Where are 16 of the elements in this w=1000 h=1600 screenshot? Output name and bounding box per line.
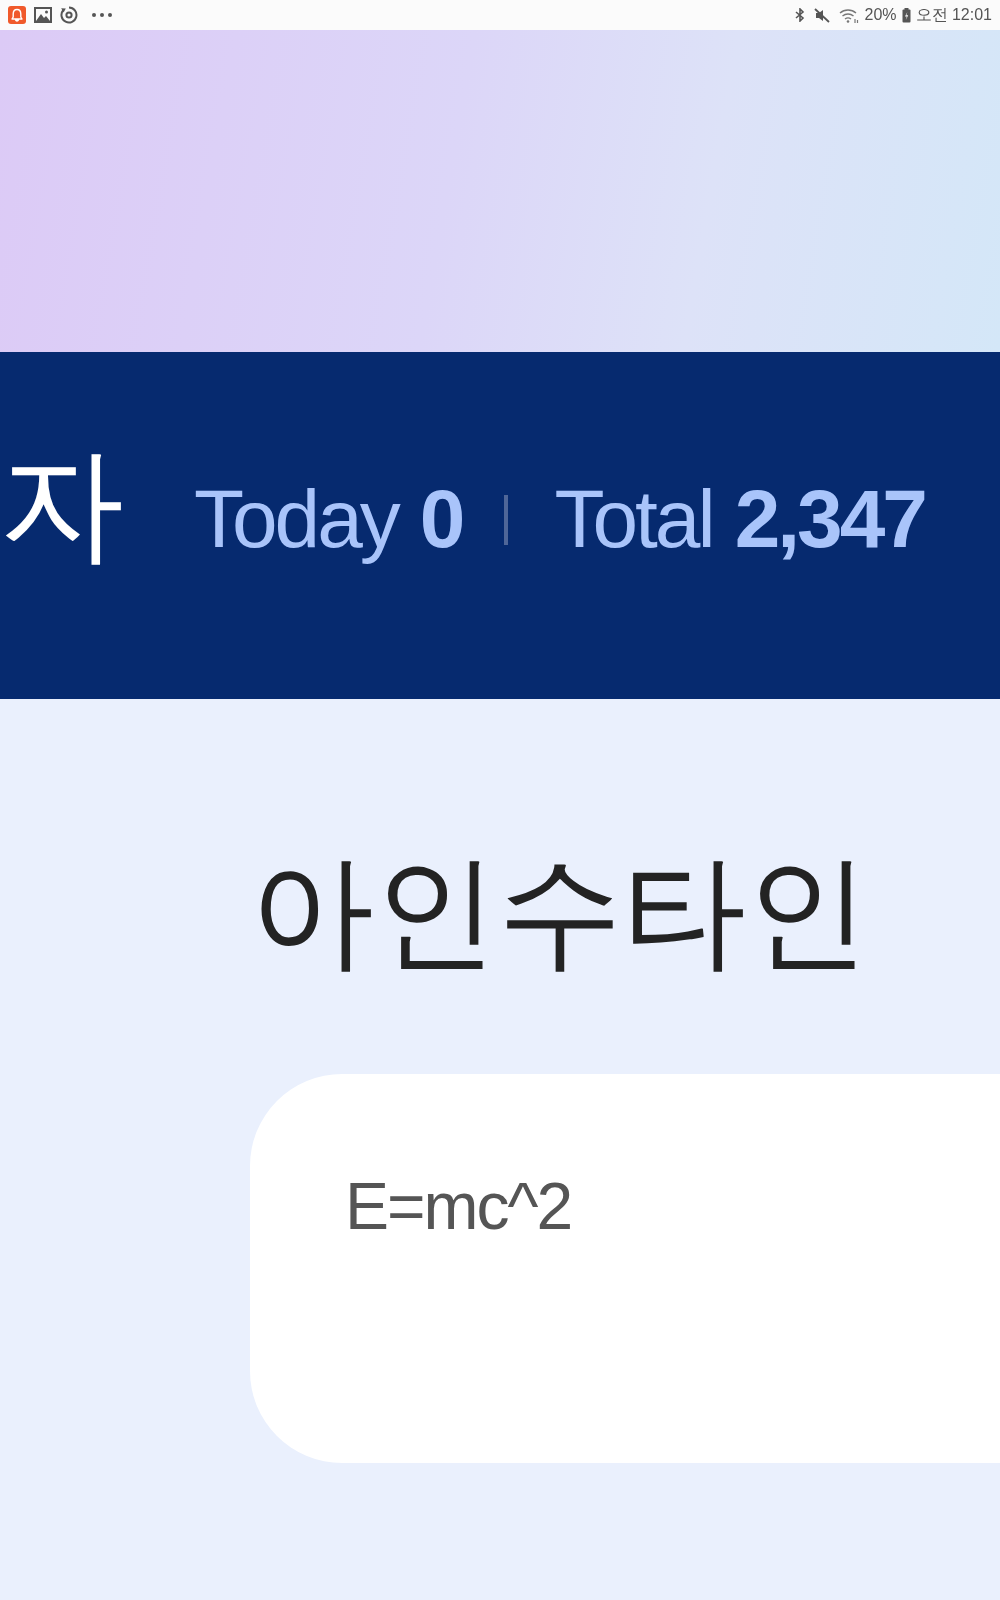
battery-icon (901, 7, 911, 23)
clock-time: 오전 12:01 (915, 7, 992, 23)
bluetooth-icon (795, 8, 806, 22)
battery-percent: 20% (864, 7, 897, 23)
total-count: 2,347 (734, 478, 925, 560)
refresh-icon (60, 6, 78, 24)
mute-icon (814, 7, 831, 23)
visitor-label: 자 (0, 442, 124, 566)
bell-icon (8, 6, 26, 24)
more-icon (92, 13, 112, 17)
image-icon (34, 7, 52, 23)
today-count: 0 (419, 478, 463, 560)
total-label: Total (554, 478, 713, 560)
page-title: 아인수타인 (250, 849, 871, 973)
wifi-icon (839, 7, 860, 23)
card-text: E=mc^2 (345, 1173, 573, 1239)
